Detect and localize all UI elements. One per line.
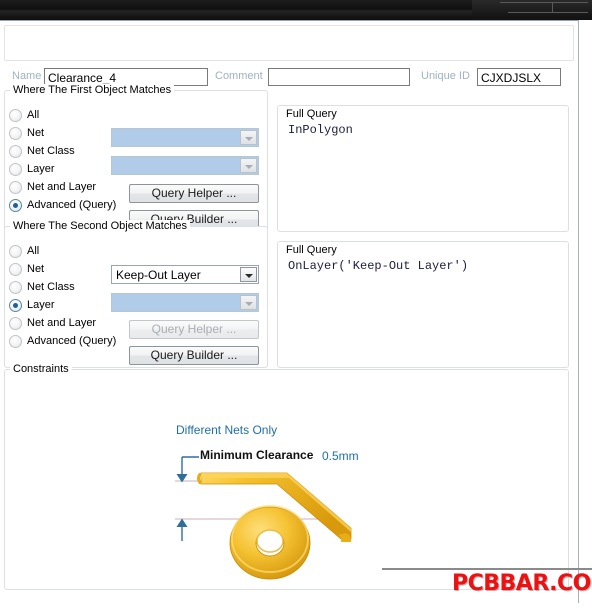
radio-second-layer-label: Layer: [27, 299, 55, 311]
titlebar-decor-line-1: [500, 2, 588, 3]
second-full-query-text[interactable]: OnLayer('Keep-Out Layer'): [288, 259, 468, 273]
radio-second-net-and-layer[interactable]: [9, 317, 22, 330]
radio-first-layer-label: Layer: [27, 163, 55, 175]
radio-first-net-label: Net: [27, 127, 45, 139]
radio-second-net-label: Net: [27, 263, 45, 275]
watermark-rule: [382, 568, 592, 570]
clearance-arrow-up-icon: [176, 518, 188, 527]
second-query-helper-button[interactable]: Query Helper ...: [129, 320, 259, 339]
radio-first-net-and-layer-label: Net and Layer: [27, 181, 97, 193]
comment-input[interactable]: [268, 68, 410, 86]
radio-second-net-class-label: Net Class: [27, 281, 75, 293]
titlebar-decor-divider: [552, 2, 553, 13]
chevron-down-icon[interactable]: [240, 267, 257, 282]
radio-second-net[interactable]: [9, 263, 22, 276]
radio-first-net-and-layer[interactable]: [9, 181, 22, 194]
window-title-bar: [0, 0, 592, 20]
minimum-clearance-label: Minimum Clearance: [200, 448, 314, 462]
radio-second-layer[interactable]: [9, 299, 22, 312]
radio-first-all-label: All: [27, 109, 40, 121]
rule-editor-dialog: Name Clearance_4 Comment Unique ID CJXDJ…: [0, 20, 592, 604]
radio-second-net-class[interactable]: [9, 281, 22, 294]
radio-first-advanced-query-label: Advanced (Query): [27, 199, 117, 211]
radio-first-layer[interactable]: [9, 163, 22, 176]
watermark-text: PCBBAR.COM: [452, 571, 592, 596]
chevron-down-icon[interactable]: [240, 295, 257, 310]
second-layer-combo[interactable]: Keep-Out Layer: [111, 265, 259, 284]
first-net-combo[interactable]: [111, 128, 259, 147]
right-edge-pane: [579, 20, 592, 603]
unique-id-label: Unique ID: [421, 70, 470, 82]
radio-second-net-and-layer-label: Net and Layer: [27, 317, 97, 329]
first-full-query-text[interactable]: InPolygon: [288, 123, 353, 137]
unique-id-input[interactable]: CJXDJSLX: [477, 68, 561, 86]
second-net-class-combo[interactable]: [111, 293, 259, 312]
radio-first-all[interactable]: [9, 109, 22, 122]
radio-first-net-class[interactable]: [9, 145, 22, 158]
pcb-pad-annular-ring: [229, 505, 311, 580]
radio-second-all-label: All: [27, 245, 40, 257]
first-full-query-title: Full Query: [283, 108, 340, 120]
titlebar-decor-line-2: [508, 12, 588, 13]
radio-second-advanced-query[interactable]: [9, 335, 22, 348]
chevron-down-icon[interactable]: [240, 158, 257, 173]
first-object-group-title: Where The First Object Matches: [10, 84, 175, 96]
radio-second-advanced-query-label: Advanced (Query): [27, 335, 117, 347]
radio-first-advanced-query[interactable]: [9, 199, 22, 212]
chevron-down-icon[interactable]: [240, 130, 257, 145]
name-label: Name: [12, 70, 42, 82]
radio-second-all[interactable]: [9, 245, 22, 258]
radio-first-net[interactable]: [9, 127, 22, 140]
different-nets-only-label: Different Nets Only: [176, 423, 278, 437]
window-controls-glass: [472, 0, 592, 20]
comment-label: Comment: [215, 70, 263, 82]
second-full-query-title: Full Query: [283, 244, 340, 256]
minimum-clearance-value[interactable]: 0.5mm: [322, 449, 359, 463]
radio-first-net-class-label: Net Class: [27, 145, 75, 157]
first-query-helper-button[interactable]: Query Helper ...: [129, 184, 259, 203]
second-layer-combo-value: Keep-Out Layer: [116, 268, 201, 282]
second-object-group-title: Where The Second Object Matches: [10, 220, 191, 232]
rule-header-band: [4, 25, 574, 61]
first-net-class-combo[interactable]: [111, 156, 259, 175]
